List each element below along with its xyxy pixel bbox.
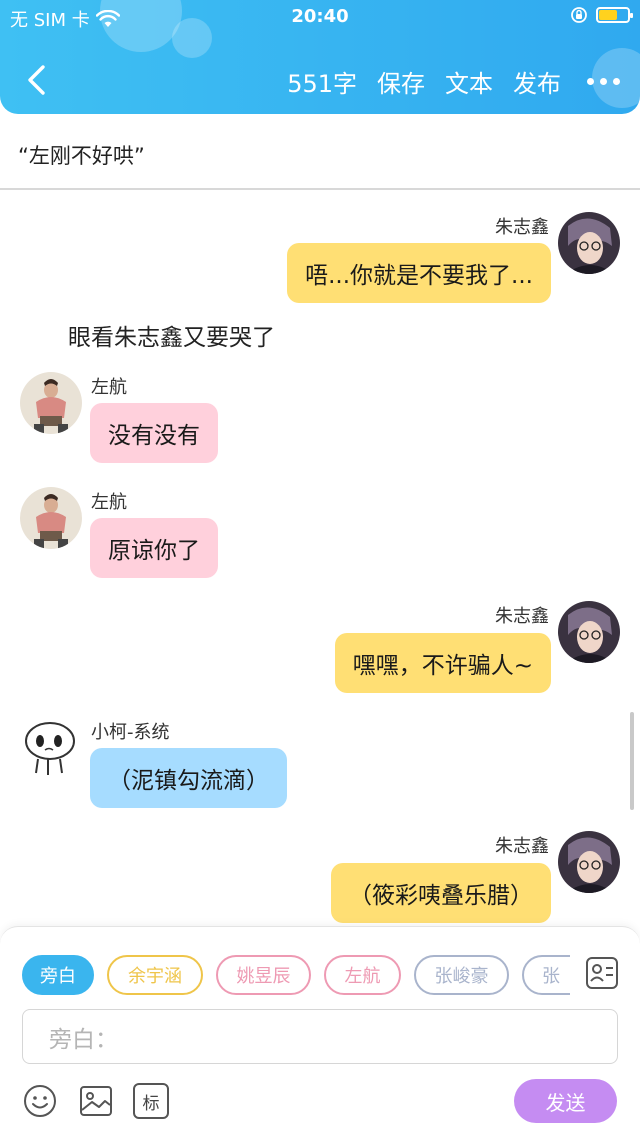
emoji-button[interactable] [22, 1083, 58, 1119]
story-title[interactable]: “左刚不好哄” [18, 140, 145, 170]
smiley-icon [24, 1085, 56, 1117]
chevron-left-icon [28, 65, 45, 95]
text-button[interactable]: 文本 [445, 64, 493, 99]
avatar-zhu-image [558, 601, 620, 663]
app-header: 无 SIM 卡 20:40 551字 保存 文本 发布 [0, 0, 640, 114]
image-icon [80, 1086, 112, 1116]
message-bubble[interactable]: （筱彩咦叠乐腊） [331, 863, 551, 923]
character-chip[interactable]: 姚昱辰 [216, 955, 311, 995]
avatar[interactable] [20, 372, 82, 434]
battery-icon [596, 7, 633, 23]
message-bubble[interactable]: 嘿嘿，不许骗人~ [334, 633, 551, 693]
avatar-zuo-image [20, 487, 82, 549]
character-chip[interactable]: 左航 [324, 955, 401, 995]
message-bubble[interactable]: （泥镇勾流滴） [90, 748, 287, 808]
story-title-bar: “左刚不好哄” [0, 114, 640, 190]
avatar-zuo-image [20, 372, 82, 434]
sender-name: 朱志鑫 [495, 217, 549, 238]
back-button[interactable] [18, 62, 54, 98]
message-input[interactable]: 旁白： [22, 1009, 618, 1064]
status-bar: 无 SIM 卡 20:40 [0, 0, 640, 34]
avatar[interactable] [20, 487, 82, 549]
sender-name: 左航 [91, 377, 127, 398]
character-chip[interactable]: 张峻豪 [414, 955, 509, 995]
publish-button[interactable]: 发布 [513, 64, 561, 99]
character-list-button[interactable] [584, 955, 620, 991]
word-count: 551字 [287, 70, 357, 98]
avatar[interactable] [20, 717, 82, 779]
character-chip[interactable]: 余宇涵 [107, 955, 203, 995]
status-right [570, 6, 633, 24]
nav-actions: 551字 保存 文本 发布 [287, 64, 620, 99]
avatar[interactable] [558, 831, 620, 893]
message-bubble[interactable]: 没有没有 [90, 403, 218, 463]
avatar-zhu-image [558, 831, 620, 893]
nav-bar: 551字 保存 文本 发布 [0, 56, 640, 106]
sender-name: 朱志鑫 [495, 836, 549, 857]
chat-scrollbar[interactable] [630, 712, 634, 810]
input-placeholder: 旁白： [49, 1026, 118, 1053]
character-chip[interactable]: 旁白 [22, 955, 94, 995]
rotation-lock-icon [571, 7, 587, 23]
more-button[interactable] [581, 78, 620, 85]
send-button[interactable]: 发送 [514, 1079, 617, 1123]
avatar-ko-image [20, 717, 82, 779]
chat-area[interactable]: 朱志鑫 唔...你就是不要我了... 眼看朱志鑫又要哭了 左航 没有没有 左航 … [0, 190, 640, 930]
sender-name: 左航 [91, 492, 127, 513]
status-time: 20:40 [291, 6, 349, 27]
narration-text[interactable]: 眼看朱志鑫又要哭了 [68, 318, 275, 352]
avatar-zhu-image [558, 212, 620, 274]
character-chip[interactable]: 张 [522, 955, 570, 995]
message-bubble[interactable]: 原谅你了 [90, 518, 218, 578]
compose-panel: 旁白 余宇涵 姚昱辰 左航 张峻豪 张 旁白： 标 发送 [0, 926, 640, 1139]
avatar[interactable] [558, 601, 620, 663]
contact-card-icon [586, 957, 618, 989]
avatar[interactable] [558, 212, 620, 274]
image-button[interactable] [78, 1083, 114, 1119]
mark-button[interactable]: 标 [133, 1083, 169, 1119]
message-bubble[interactable]: 唔...你就是不要我了... [287, 243, 551, 303]
sender-name: 朱志鑫 [495, 606, 549, 627]
character-selector: 旁白 余宇涵 姚昱辰 左航 张峻豪 张 [0, 927, 570, 1017]
save-button[interactable]: 保存 [377, 64, 425, 99]
sender-name: 小柯-系统 [91, 722, 170, 743]
